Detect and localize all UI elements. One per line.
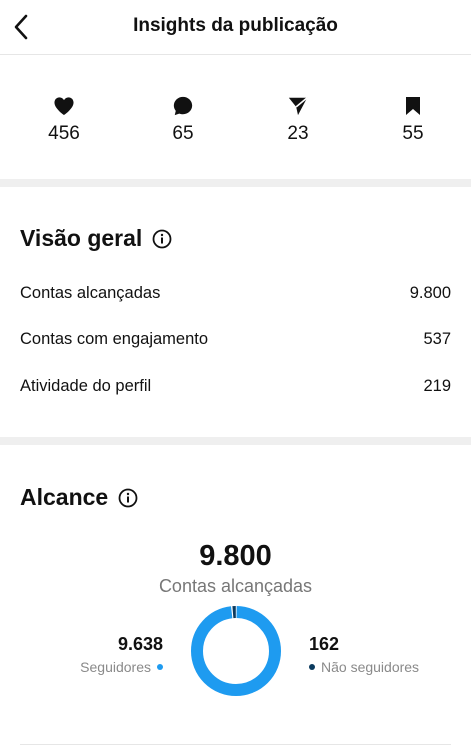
non-followers-dot [309,664,315,670]
followers-dot [157,664,163,670]
saves-stat: 55 [373,95,453,145]
metric-label: Contas com engajamento [20,330,209,348]
shares-count: 23 [287,123,309,144]
likes-stat: 456 [24,95,104,145]
top-bar: Insights da publicação [0,0,471,55]
heart-icon [54,97,74,116]
saves-count: 55 [402,123,424,144]
reach-title: Alcance [20,484,138,511]
section-divider [0,179,471,187]
reach-donut-chart [191,606,281,696]
followers-legend: 9.638 Seguidores [60,634,163,675]
section-divider-bottom [20,744,451,745]
overview-info-button[interactable] [152,229,172,249]
bookmark-icon [406,97,420,115]
metric-value: 9.800 [409,284,451,302]
non-followers-label: Não seguidores [321,659,420,675]
reach-title-text: Alcance [20,484,109,510]
page-title: Insights da publicação [133,15,338,36]
metric-row-engaged[interactable]: Contas com engajamento 537 [20,330,451,349]
followers-segment [191,606,281,696]
reach-total: 9.800 [199,540,272,572]
metric-value: 537 [423,330,451,348]
metric-value: 219 [423,377,451,395]
reach-info-button[interactable] [118,488,138,508]
metric-row-profile-activity[interactable]: Atividade do perfil 219 [20,377,451,396]
overview-title: Visão geral [20,225,172,252]
non-followers-legend: 162 Não seguidores [309,634,449,675]
followers-value: 9.638 [117,634,163,654]
shares-stat: 23 [258,95,338,145]
info-icon [152,229,172,248]
overview-title-text: Visão geral [20,225,143,251]
interaction-stats: 456 65 23 55 [0,55,471,179]
metric-label: Contas alcançadas [20,284,161,302]
section-divider [0,437,471,445]
comment-icon [173,96,193,116]
info-icon [118,488,138,507]
likes-count: 456 [48,123,80,144]
comments-count: 65 [172,123,194,144]
metric-row-reached[interactable]: Contas alcançadas 9.800 [20,284,451,303]
comments-stat: 65 [143,95,223,145]
followers-label: Seguidores [80,659,151,675]
reach-total-label: Contas alcançadas [158,576,313,596]
non-followers-value: 162 [309,634,340,654]
metric-label: Atividade do perfil [20,377,152,395]
share-icon [288,97,308,116]
